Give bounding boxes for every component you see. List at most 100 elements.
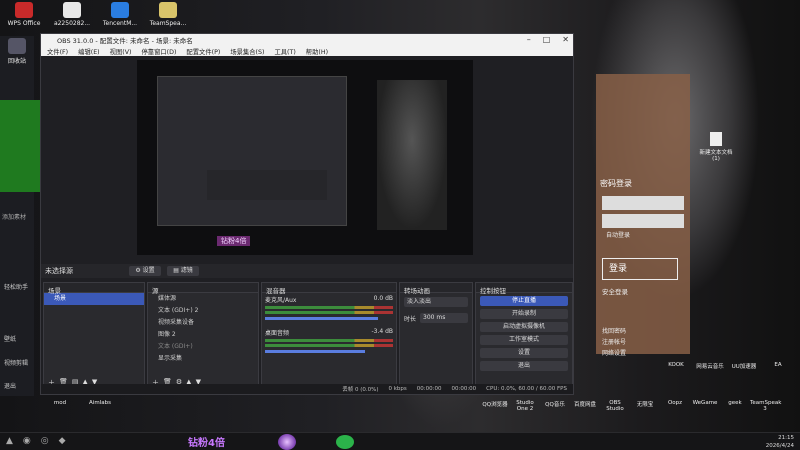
taskbar-apps: ▲ ◉ ◎ ◆ [6, 436, 66, 446]
desktop-icon[interactable]: 新建文本文档 (1) [696, 132, 736, 162]
volume-meter [265, 344, 393, 347]
login-window: 密码登录 自动登录 登录 安全登录 找回密码 注册帐号 网络设置 [596, 74, 690, 357]
exit-label[interactable]: 退出 [4, 381, 16, 390]
wallpaper-label[interactable]: 壁纸 [4, 334, 16, 343]
obs-taskbar-icon[interactable]: ◉ [23, 436, 31, 446]
mixer-channel: 桌面音频 -3.4 dB [262, 322, 396, 359]
netease-music-icon[interactable]: 网易云音乐 [694, 362, 726, 370]
stop-stream-button[interactable]: 停止直播 [480, 296, 568, 306]
studio-mode-button[interactable]: 工作室模式 [480, 335, 568, 345]
account-input[interactable] [602, 196, 684, 210]
source-item[interactable]: 文本 (GDI+) 2 [148, 305, 258, 317]
volume-slider[interactable] [265, 317, 378, 320]
desktop-icon[interactable]: 无限宝 [630, 400, 660, 432]
filters-button[interactable]: ▤ 滤镜 [167, 266, 199, 276]
window-controls: – □ ✕ [527, 35, 569, 44]
source-item[interactable]: 媒体源 [148, 293, 258, 305]
menu-edit[interactable]: 编辑(E) [78, 47, 100, 56]
recycle-bin[interactable]: 回收站 [0, 38, 34, 65]
mixer-panel: 混音器 麦克风/Aux 0.0 dB 桌面音频 -3.4 dB [261, 282, 397, 392]
volume-slider[interactable] [265, 350, 365, 353]
source-item[interactable]: 文本 (GDI+) [148, 341, 258, 353]
network-link[interactable]: 网络设置 [602, 348, 626, 357]
add-material-label[interactable]: 添加素材 [2, 212, 26, 221]
desktop-icon[interactable]: Aimlabs [80, 400, 120, 432]
assistant-label[interactable]: 轻松助手 [4, 282, 28, 291]
duration-input[interactable]: 300 ms [420, 313, 468, 323]
game-taskbar-icon[interactable]: ◆ [59, 436, 66, 446]
settings-button[interactable]: 设置 [480, 348, 568, 358]
mixer-channel: 麦克风/Aux 0.0 dB [262, 293, 396, 322]
clock[interactable]: 21:15 2026/4/24 [766, 434, 794, 450]
transitions-panel: 转场动画 淡入淡出 时长 300 ms [399, 282, 473, 392]
properties-button[interactable]: ⚙ 设置 [129, 266, 161, 276]
browser-taskbar-icon[interactable]: ◎ [41, 436, 49, 446]
dropped-frames: 丢帧 0 (0.0%) [342, 387, 379, 393]
record-time: 00:00:00 [451, 386, 477, 392]
exit-button[interactable]: 退出 [480, 361, 568, 371]
folder-icon [159, 2, 177, 18]
menu-help[interactable]: 帮助(H) [306, 47, 328, 56]
desktop-icon[interactable]: TeamSpea... [144, 2, 192, 27]
login-button[interactable]: 登录 [602, 258, 678, 280]
video-edit-label[interactable]: 视频剪辑 [4, 358, 28, 367]
desktop-icon[interactable]: geek [720, 400, 750, 432]
password-input[interactable] [602, 214, 684, 228]
safe-login-link[interactable]: 安全登录 [602, 286, 628, 296]
source-item[interactable]: 视频采集设备 [148, 317, 258, 329]
menu-profile[interactable]: 配置文件(P) [186, 47, 220, 56]
kook-icon[interactable]: KOOK [660, 362, 692, 370]
desktop-icon[interactable]: a2250282... [48, 2, 96, 27]
recycle-bin-icon [8, 38, 26, 54]
menu-bar: 文件(F) 编辑(E) 视图(V) 停靠窗口(D) 配置文件(P) 场景集合(S… [41, 46, 573, 56]
minimize-icon[interactable]: – [527, 35, 531, 44]
no-source-label: 未选择源 [45, 267, 73, 275]
menu-view[interactable]: 视图(V) [110, 47, 132, 56]
taskbar: ▲ ◉ ◎ ◆ 钻粉4倍 21:15 2026/4/24 [0, 432, 800, 450]
recover-link[interactable]: 找回密码 [602, 326, 626, 335]
auto-login-checkbox[interactable]: 自动登录 [606, 230, 630, 239]
obs-window: OBS 31.0.0 - 配置文件: 未命名 - 场景: 未命名 – □ ✕ 文… [40, 33, 574, 395]
preview-banner: 钻粉4倍 [217, 236, 251, 246]
close-icon[interactable]: ✕ [562, 35, 569, 44]
menu-file[interactable]: 文件(F) [47, 47, 68, 56]
obs-titlebar: OBS 31.0.0 - 配置文件: 未命名 - 场景: 未命名 – □ ✕ [41, 34, 573, 46]
nested-obs-preview [157, 76, 347, 226]
desktop-icon[interactable]: 百度网盘 [570, 400, 600, 432]
desktop-icon[interactable]: QQ浏览器 [480, 400, 510, 432]
uu-icon[interactable]: UU加速器 [728, 362, 760, 370]
desktop-icon[interactable]: TencentM... [96, 2, 144, 27]
top-icon-row: WPS Office a2250282... TencentM... TeamS… [0, 2, 192, 27]
volume-meter [265, 311, 393, 314]
desktop-icon[interactable]: QQ音乐 [540, 400, 570, 432]
desktop-icon[interactable]: WeGame [690, 400, 720, 432]
desktop-icon[interactable]: OBS Studio [600, 400, 630, 432]
ea-icon[interactable]: EA [762, 362, 794, 370]
taskbar-banner: 钻粉4倍 [188, 438, 225, 449]
source-item[interactable]: 图像 2 [148, 329, 258, 341]
start-icon[interactable]: ▲ [6, 436, 13, 446]
rank-badge-icon [278, 434, 296, 450]
maximize-icon[interactable]: □ [543, 35, 551, 44]
menu-tools[interactable]: 工具(T) [274, 47, 295, 56]
sources-title: 源 [148, 283, 258, 295]
desktop-icon[interactable]: Studio One 2 [510, 400, 540, 432]
source-item[interactable]: 显示采集 [148, 353, 258, 365]
desktop-icon[interactable]: mod [40, 400, 80, 432]
preview-canvas[interactable]: 钻粉4倍 [137, 60, 473, 255]
transition-select[interactable]: 淡入淡出 [404, 297, 468, 307]
wps-icon [15, 2, 33, 18]
start-recording-button[interactable]: 开始录制 [480, 309, 568, 319]
register-link[interactable]: 注册帐号 [602, 337, 626, 346]
status-bar: 丢帧 0 (0.0%) 0 kbps 00:00:00 00:00:00 CPU… [41, 384, 573, 394]
menu-docks[interactable]: 停靠窗口(D) [141, 47, 176, 56]
desktop-icon[interactable]: TeamSpeak 3 [750, 400, 781, 432]
desktop-icon[interactable]: WPS Office [0, 2, 48, 27]
menu-scene-collection[interactable]: 场景集合(S) [230, 47, 264, 56]
bitrate: 0 kbps [388, 386, 407, 392]
window-title: OBS 31.0.0 - 配置文件: 未命名 - 场景: 未命名 [57, 37, 193, 45]
tencent-meeting-icon [111, 2, 129, 18]
scene-item[interactable]: 场景 [44, 293, 144, 305]
virtual-camera-button[interactable]: 启动虚拟摄像机 [480, 322, 568, 332]
desktop-icon[interactable]: Oopz [660, 400, 690, 432]
